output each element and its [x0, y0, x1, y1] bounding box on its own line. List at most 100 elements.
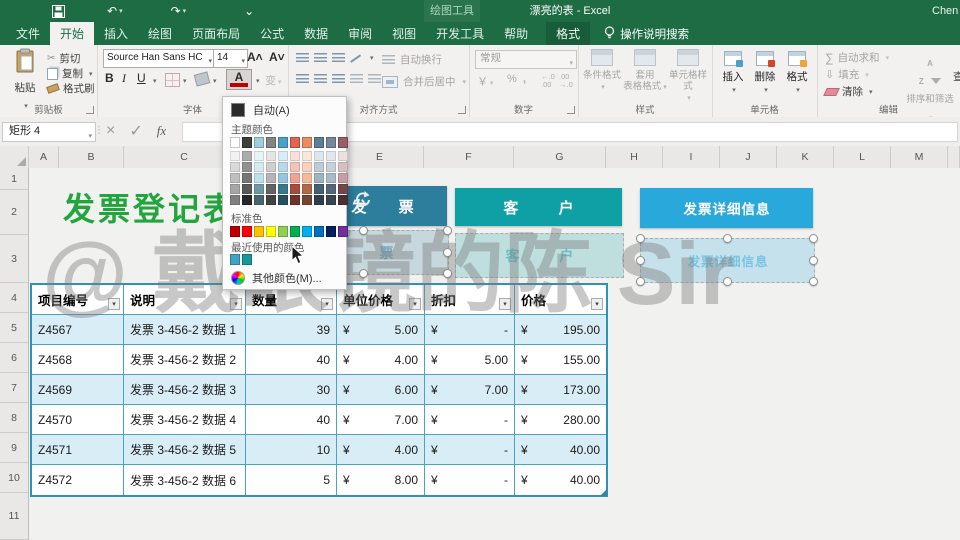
theme-color-swatch[interactable] — [314, 184, 324, 194]
number-dialog-launcher-icon[interactable] — [567, 106, 575, 114]
selection-handle[interactable] — [809, 255, 818, 265]
theme-color-swatch[interactable] — [278, 151, 288, 161]
standard-color-swatch[interactable] — [278, 226, 288, 237]
selection-handle[interactable] — [636, 234, 645, 243]
cell-styles-button[interactable]: 单元格样式 ▾ — [666, 49, 710, 104]
column-header-F[interactable]: F — [424, 146, 514, 168]
standard-color-swatch[interactable] — [254, 226, 264, 237]
theme-color-swatch[interactable] — [338, 173, 348, 183]
percent-style-icon[interactable]: % — [507, 73, 517, 85]
theme-color-swatch[interactable] — [338, 195, 348, 205]
confirm-entry-icon[interactable]: ✓ — [129, 121, 142, 141]
selection-handle[interactable] — [443, 269, 452, 278]
theme-color-swatch[interactable] — [326, 151, 336, 161]
table-cell[interactable]: ¥280.00 — [515, 405, 606, 435]
format-cells-button[interactable]: 格式 ▾ — [781, 51, 813, 97]
selection-handle[interactable] — [809, 277, 818, 286]
table-cell[interactable]: ¥40.00 — [515, 435, 606, 465]
column-header-G[interactable]: G — [514, 146, 606, 168]
theme-color-swatch[interactable] — [254, 137, 264, 148]
insert-function-icon[interactable]: fx — [157, 123, 166, 139]
alignment-dialog-launcher-icon[interactable] — [458, 106, 466, 114]
theme-color-swatch[interactable] — [290, 137, 300, 148]
table-cell[interactable]: ¥ - — [425, 435, 515, 465]
align-right-icon[interactable] — [332, 74, 345, 83]
theme-color-swatch[interactable] — [278, 173, 288, 183]
recent-color-swatch[interactable] — [242, 254, 252, 265]
column-header-B[interactable]: B — [59, 146, 124, 168]
theme-color-swatch[interactable] — [326, 173, 336, 183]
more-colors-item[interactable]: 其他颜色(M)... — [231, 270, 322, 286]
theme-color-swatch[interactable] — [266, 137, 276, 148]
align-top-icon[interactable] — [296, 53, 309, 62]
theme-color-swatch[interactable] — [266, 151, 276, 161]
column-header-H[interactable]: H — [606, 146, 663, 168]
selection-handle[interactable] — [722, 234, 732, 243]
column-header-M[interactable]: M — [891, 146, 948, 168]
table-cell[interactable]: 发票 3-456-2 数据 6 — [124, 465, 246, 495]
table-cell[interactable]: Z4571 — [32, 435, 124, 465]
theme-color-swatch[interactable] — [338, 151, 348, 161]
theme-color-swatch[interactable] — [290, 195, 300, 205]
align-middle-icon[interactable] — [314, 53, 327, 62]
selection-handle[interactable] — [443, 226, 452, 235]
row-header-4[interactable]: 4 — [0, 283, 28, 313]
namebox-resize-handle[interactable]: ⋮ — [94, 125, 104, 136]
decrease-decimal-icon[interactable]: .00 →.0 — [559, 73, 573, 89]
selection-handle[interactable] — [809, 234, 818, 243]
table-cell[interactable]: ¥8.00 — [337, 465, 425, 495]
row-header-10[interactable]: 10 — [0, 463, 28, 493]
shape-button-2[interactable]: 客 户 — [455, 188, 622, 226]
table-cell[interactable]: ¥7.00 — [337, 405, 425, 435]
table-cell[interactable]: ¥155.00 — [515, 345, 606, 375]
autosum-button[interactable]: ∑ 自动求和 ▾ — [825, 50, 889, 65]
table-cell[interactable]: Z4568 — [32, 345, 124, 375]
tab-审阅[interactable]: 审阅 — [338, 22, 382, 45]
theme-color-swatch[interactable] — [254, 162, 264, 172]
standard-color-swatch[interactable] — [242, 226, 252, 237]
cancel-entry-icon[interactable]: × — [106, 122, 115, 140]
table-cell[interactable]: ¥4.00 — [337, 435, 425, 465]
table-cell[interactable]: ¥ - — [425, 465, 515, 495]
table-cell[interactable]: ¥40.00 — [515, 465, 606, 495]
clipboard-dialog-launcher-icon[interactable] — [86, 106, 94, 114]
selection-handle[interactable] — [722, 277, 732, 286]
theme-color-swatch[interactable] — [278, 184, 288, 194]
table-cell[interactable]: ¥ - — [425, 405, 515, 435]
row-header-3[interactable]: 3 — [0, 235, 28, 283]
theme-color-swatch[interactable] — [326, 162, 336, 172]
table-cell[interactable]: 30 — [246, 375, 337, 405]
theme-color-swatch[interactable] — [266, 195, 276, 205]
theme-color-swatch[interactable] — [266, 162, 276, 172]
theme-color-swatch[interactable] — [230, 137, 240, 148]
increase-indent-icon[interactable] — [368, 74, 381, 83]
theme-color-swatch[interactable] — [230, 162, 240, 172]
redo-button[interactable]: ↷ ▾ — [171, 4, 187, 18]
row-header-11[interactable]: 11 — [0, 493, 28, 540]
merge-center-button[interactable]: 合并后居中 ▾ — [382, 74, 466, 89]
table-cell[interactable]: Z4569 — [32, 375, 124, 405]
theme-color-swatch[interactable] — [314, 173, 324, 183]
clear-button[interactable]: 清除 ▾ — [823, 84, 873, 99]
tab-公式[interactable]: 公式 — [250, 22, 294, 45]
theme-color-swatch[interactable] — [266, 184, 276, 194]
shrink-font-button[interactable]: A˅ — [269, 50, 285, 64]
theme-color-swatch[interactable] — [338, 137, 348, 148]
qat-customize-icon[interactable]: ⌄ — [244, 4, 254, 18]
theme-color-swatch[interactable] — [326, 137, 336, 148]
tab-绘图[interactable]: 绘图 — [138, 22, 182, 45]
theme-color-swatch[interactable] — [290, 173, 300, 183]
delete-cells-button[interactable]: 删除 ▾ — [749, 51, 781, 97]
theme-color-swatch[interactable] — [302, 137, 312, 148]
fill-color-icon[interactable] — [193, 71, 211, 87]
name-box[interactable]: 矩形 4 ▾ — [2, 122, 96, 142]
standard-color-swatch[interactable] — [290, 226, 300, 237]
theme-color-swatch[interactable] — [254, 151, 264, 161]
tab-视图[interactable]: 视图 — [382, 22, 426, 45]
insert-cells-button[interactable]: 插入 ▾ — [717, 51, 749, 97]
tab-数据[interactable]: 数据 — [294, 22, 338, 45]
theme-color-swatch[interactable] — [242, 137, 252, 148]
standard-color-swatch[interactable] — [326, 226, 336, 237]
table-cell[interactable]: 5 — [246, 465, 337, 495]
row-header-5[interactable]: 5 — [0, 313, 28, 343]
